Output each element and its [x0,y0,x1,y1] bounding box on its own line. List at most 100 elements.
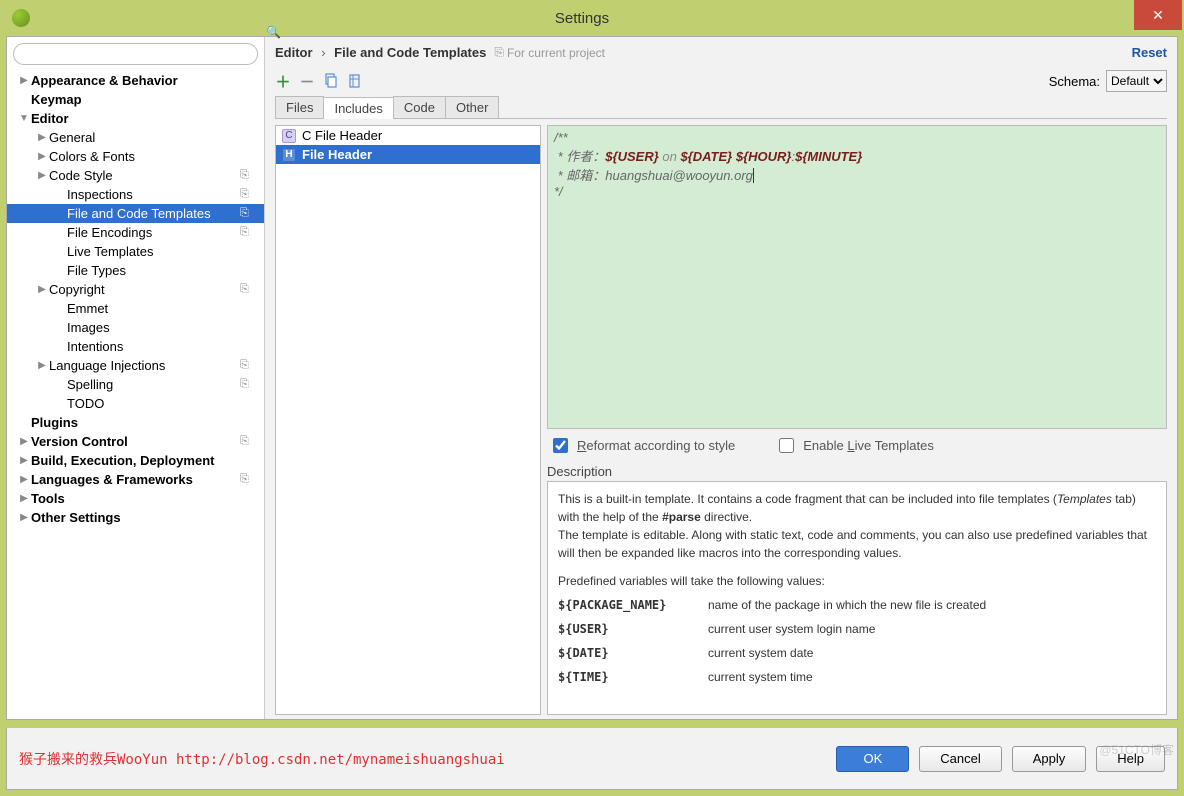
tab-other[interactable]: Other [445,96,500,118]
tree-item[interactable]: ▶Code Style⎘ [7,166,264,185]
tree-label: General [49,130,258,145]
tree-label: Plugins [31,415,258,430]
tree-label: Copyright [49,282,240,297]
reformat-input[interactable] [553,438,568,453]
help-button[interactable]: Help [1096,746,1165,772]
tree-item[interactable]: ▶Tools [7,489,264,508]
tree-item[interactable]: File Types [7,261,264,280]
settings-tree[interactable]: ▶Appearance & BehaviorKeymap▼Editor▶Gene… [7,71,264,719]
add-icon[interactable]: ＋ [275,73,291,89]
variable-row: ${DATE}current system date [558,644,1156,662]
link-icon: ⎘ [240,435,254,448]
tree-item[interactable]: File and Code Templates⎘ [7,204,264,223]
tree-item[interactable]: ▶General [7,128,264,147]
copy-icon[interactable] [323,73,339,89]
variable-name: ${DATE} [558,644,708,662]
enable-live-input[interactable] [779,438,794,453]
tree-label: File Types [67,263,258,278]
tree-item[interactable]: Intentions [7,337,264,356]
tree-label: TODO [67,396,258,411]
tree-label: Tools [31,491,258,506]
tree-item[interactable]: ▶Language Injections⎘ [7,356,264,375]
tree-item[interactable]: ▶Build, Execution, Deployment [7,451,264,470]
project-icon: ⎘ [494,45,504,60]
link-icon: ⎘ [240,188,254,201]
chevron-icon: ▶ [17,455,31,466]
tree-item[interactable]: ▶Languages & Frameworks⎘ [7,470,264,489]
tree-item[interactable]: ▶Copyright⎘ [7,280,264,299]
tree-label: Colors & Fonts [49,149,258,164]
chevron-icon: ▶ [17,512,31,523]
description-label: Description [547,462,1167,481]
breadcrumb-part2: File and Code Templates [334,45,486,60]
link-icon: ⎘ [240,169,254,182]
list-item-label: File Header [302,147,372,162]
tree-label: File and Code Templates [67,206,240,221]
search-input[interactable] [13,43,258,65]
breadcrumb-row: Editor › File and Code Templates ⎘ For c… [275,45,1167,60]
tabs: FilesIncludesCodeOther [275,96,1167,119]
split-pane: C C File Header HFile Header /** * 作者：${US… [275,125,1167,715]
ok-button[interactable]: OK [836,746,909,772]
tree-label: Editor [31,111,258,126]
tree-item[interactable]: Spelling⎘ [7,375,264,394]
schema-wrap: Schema: Default [1049,70,1167,92]
file-icon: C [282,129,296,143]
tree-item[interactable]: Plugins [7,413,264,432]
variable-name: ${USER} [558,620,708,638]
reset-link[interactable]: Reset [1132,45,1167,60]
tree-item[interactable]: TODO [7,394,264,413]
tree-label: Code Style [49,168,240,183]
tree-item[interactable]: ▶Other Settings [7,508,264,527]
tree-item[interactable]: Images [7,318,264,337]
remove-icon[interactable]: － [299,73,315,89]
list-item[interactable]: C C File Header [276,126,540,145]
tree-item[interactable]: ▼Editor [7,109,264,128]
search-icon: 🔍 [266,25,281,39]
apply-button[interactable]: Apply [1012,746,1087,772]
link-icon: ⎘ [240,283,254,296]
tree-label: Spelling [67,377,240,392]
breadcrumb-sep: › [321,45,325,60]
tree-item[interactable]: Inspections⎘ [7,185,264,204]
tree-item[interactable]: Live Templates [7,242,264,261]
breadcrumb-part1: Editor [275,45,313,60]
desc-paragraph-2: The template is editable. Along with sta… [558,526,1156,562]
tree-item[interactable]: Keymap [7,90,264,109]
link-icon: ⎘ [240,207,254,220]
close-button[interactable]: ✕ [1134,0,1182,30]
tree-label: Inspections [67,187,240,202]
tree-item[interactable]: File Encodings⎘ [7,223,264,242]
chevron-icon: ▶ [17,436,31,447]
tree-item[interactable]: ▶Version Control⎘ [7,432,264,451]
variable-name: ${PACKAGE_NAME} [558,596,708,614]
enable-live-checkbox[interactable]: Enable Live Templates [775,435,934,456]
variable-row: ${TIME}current system time [558,668,1156,686]
tree-label: Emmet [67,301,258,316]
tree-item[interactable]: ▶Appearance & Behavior [7,71,264,90]
schema-select[interactable]: Default [1106,70,1167,92]
variable-desc: current user system login name [708,620,1156,638]
tab-code[interactable]: Code [393,96,446,118]
variable-row: ${PACKAGE_NAME}name of the package in wh… [558,596,1156,614]
reformat-checkbox[interactable]: Reformat according to style [549,435,735,456]
variable-desc: current system date [708,644,1156,662]
link-icon: ⎘ [240,226,254,239]
tree-label: Version Control [31,434,240,449]
desc-paragraph-1: This is a built-in template. It contains… [558,490,1156,526]
desc-paragraph-3: Predefined variables will take the follo… [558,572,1156,590]
template-list[interactable]: C C File Header HFile Header [275,125,541,715]
tree-item[interactable]: Emmet [7,299,264,318]
chevron-icon: ▶ [17,474,31,485]
tab-includes[interactable]: Includes [323,97,393,119]
template-icon[interactable] [347,73,363,89]
cancel-button[interactable]: Cancel [919,746,1001,772]
list-item-label: C File Header [302,128,382,143]
description-box: This is a built-in template. It contains… [547,481,1167,715]
list-item[interactable]: HFile Header [276,145,540,164]
tree-item[interactable]: ▶Colors & Fonts [7,147,264,166]
chevron-icon: ▶ [35,151,49,162]
template-editor[interactable]: /** * 作者：${USER} on ${DATE} ${HOUR}:${MI… [547,125,1167,429]
tree-label: Build, Execution, Deployment [31,453,258,468]
tab-files[interactable]: Files [275,96,324,118]
